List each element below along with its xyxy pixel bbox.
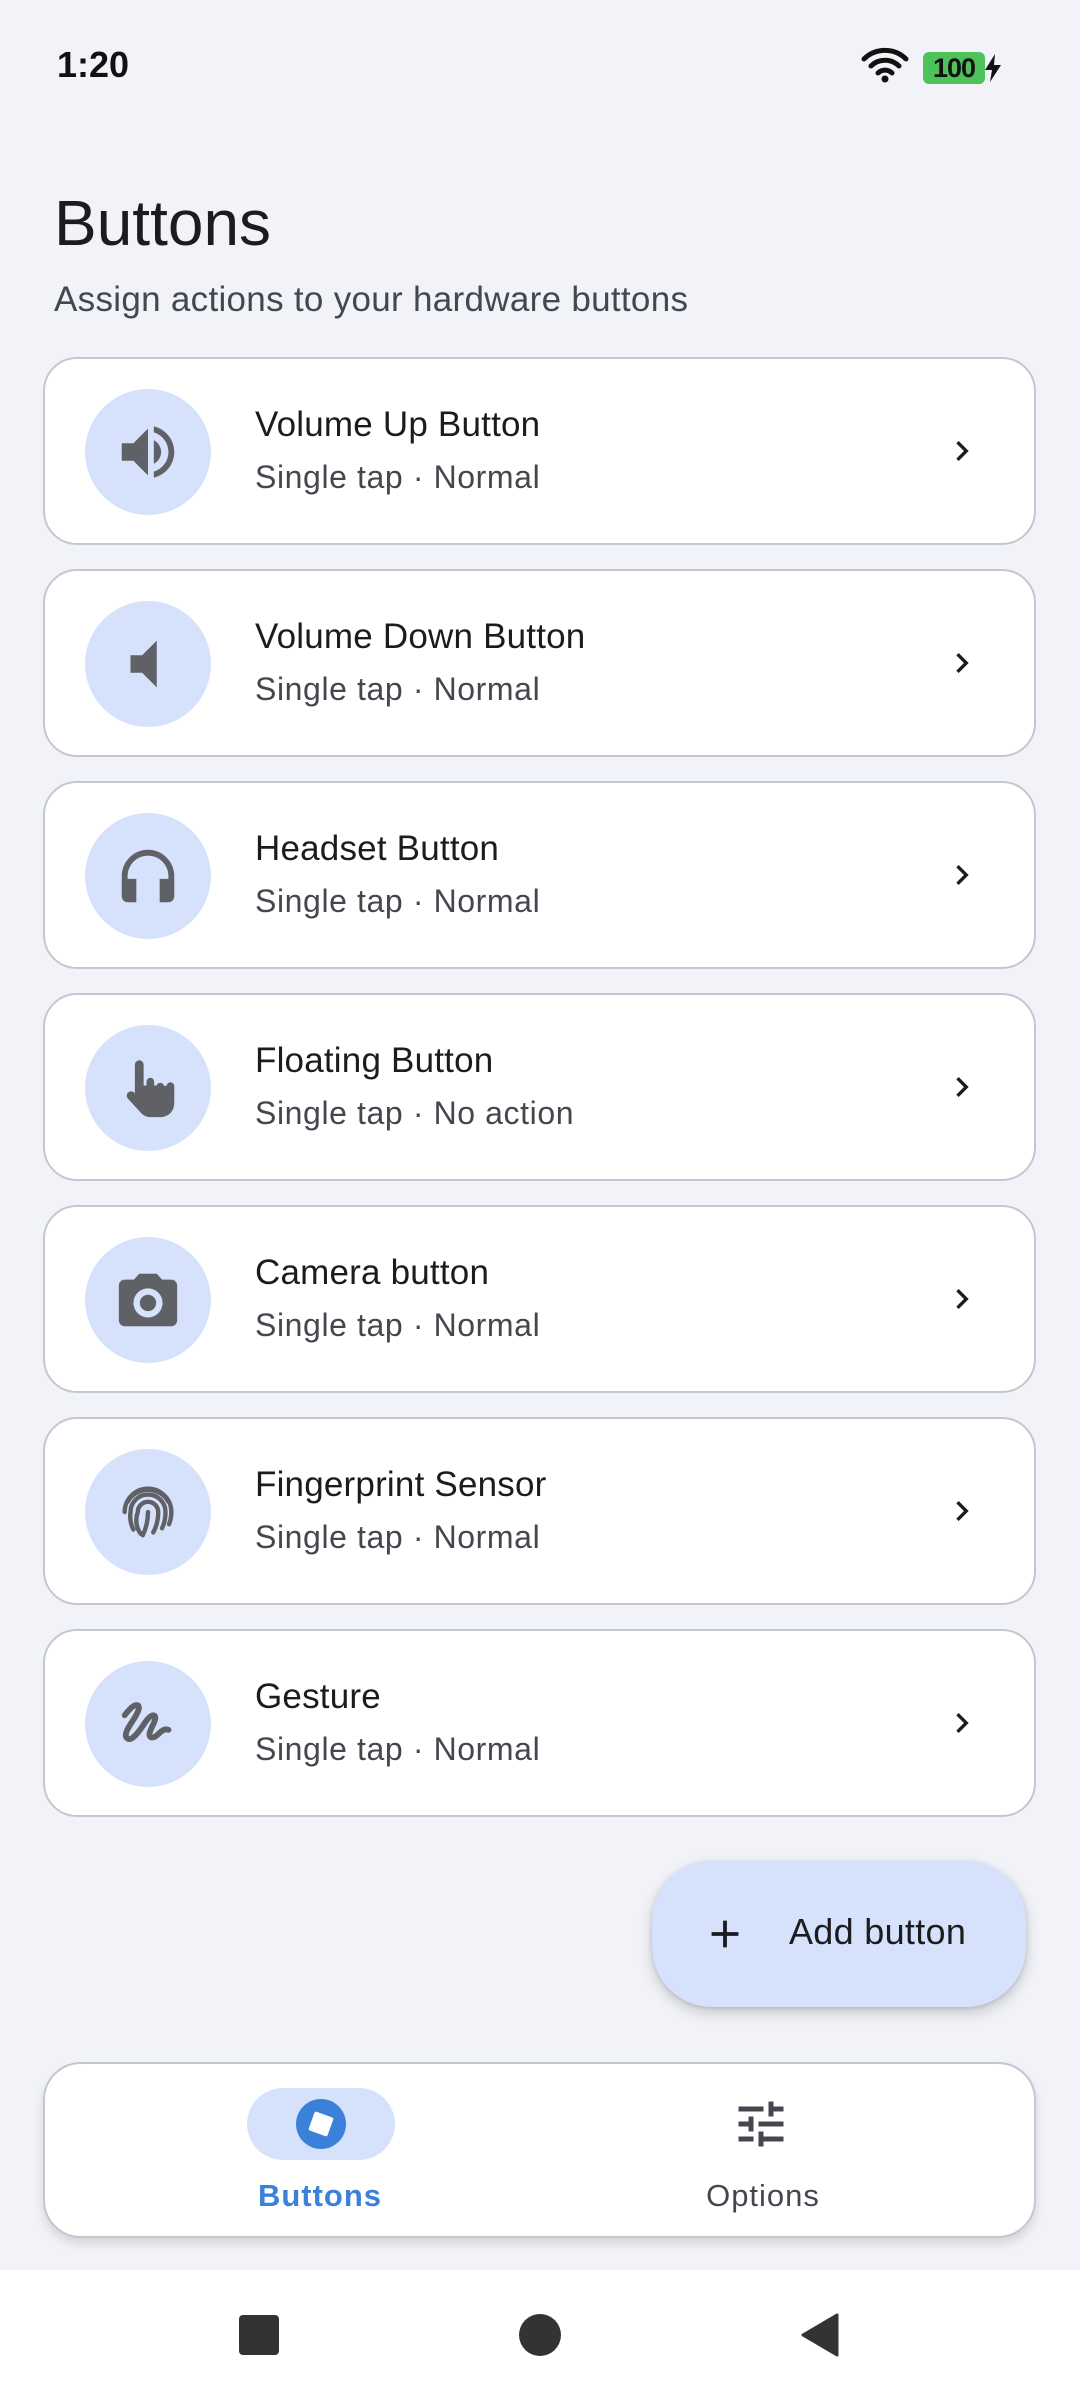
page-subtitle: Assign actions to your hardware buttons [54,280,689,319]
button-card-subtitle: Single tap · Normal [255,1731,541,1767]
wifi-icon [861,47,909,83]
button-card-title: Fingerprint Sensor [255,1465,547,1504]
back-icon[interactable] [797,2312,843,2358]
volume-down-icon [85,601,211,727]
tune-icon [738,2101,784,2147]
chevron-right-icon [956,1713,969,1733]
button-list: Volume Up Button Single tap · Normal Vol… [43,357,1036,1841]
bottom-navigation: Buttons Options [43,2062,1036,2238]
button-card-subtitle: Single tap · Normal [255,671,541,707]
add-button-label: Add button [789,1911,967,1952]
chevron-right-icon [956,1077,969,1097]
nav-item-buttons[interactable]: Buttons [170,2064,470,2240]
buttons-nav-icon [296,2099,346,2149]
charging-bolt-icon [985,54,1001,82]
button-card-title: Floating Button [255,1041,494,1080]
system-navigation-bar [0,2270,1080,2400]
nav-label-buttons: Buttons [257,2178,383,2213]
button-card-floating[interactable]: Floating Button Single tap · No action [43,993,1036,1181]
button-card-subtitle: Single tap · Normal [255,1519,541,1555]
chevron-right-icon [956,1501,969,1521]
chevron-right-icon [956,441,969,461]
button-card-subtitle: Single tap · Normal [255,883,541,919]
button-card-title: Gesture [255,1677,381,1716]
chevron-right-icon [956,865,969,885]
button-card-subtitle: Single tap · No action [255,1095,575,1131]
button-card-volume-down[interactable]: Volume Down Button Single tap · Normal [43,569,1036,757]
button-card-title: Headset Button [255,829,500,868]
camera-icon [85,1237,211,1363]
recents-icon[interactable] [236,2312,282,2358]
status-time: 1:20 [57,44,130,85]
button-card-title: Volume Up Button [255,405,541,444]
chevron-right-icon [956,653,969,673]
headset-icon [85,813,211,939]
add-button-fab[interactable]: Add button [652,1861,1026,2007]
nav-label-options: Options [706,2178,820,2213]
fingerprint-icon [85,1449,211,1575]
button-card-title: Volume Down Button [255,617,586,656]
nav-item-options[interactable]: Options [613,2064,913,2240]
chevron-right-icon [956,1289,969,1309]
battery-indicator: 100 [923,52,1001,84]
volume-up-icon [85,389,211,515]
page-title: Buttons [54,187,272,259]
button-card-gesture[interactable]: Gesture Single tap · Normal [43,1629,1036,1817]
button-card-subtitle: Single tap · Normal [255,459,541,495]
button-card-subtitle: Single tap · Normal [255,1307,541,1343]
gesture-icon [85,1661,211,1787]
status-bar: 1:20 100 [0,0,1080,130]
button-card-fingerprint[interactable]: Fingerprint Sensor Single tap · Normal [43,1417,1036,1605]
button-card-camera[interactable]: Camera button Single tap · Normal [43,1205,1036,1393]
button-card-headset[interactable]: Headset Button Single tap · Normal [43,781,1036,969]
touch-icon [85,1025,211,1151]
nav-active-indicator [247,2088,395,2160]
button-card-title: Camera button [255,1253,490,1292]
battery-level: 100 [923,52,985,84]
home-icon[interactable] [517,2312,563,2358]
plus-icon [711,1920,739,1948]
button-card-volume-up[interactable]: Volume Up Button Single tap · Normal [43,357,1036,545]
